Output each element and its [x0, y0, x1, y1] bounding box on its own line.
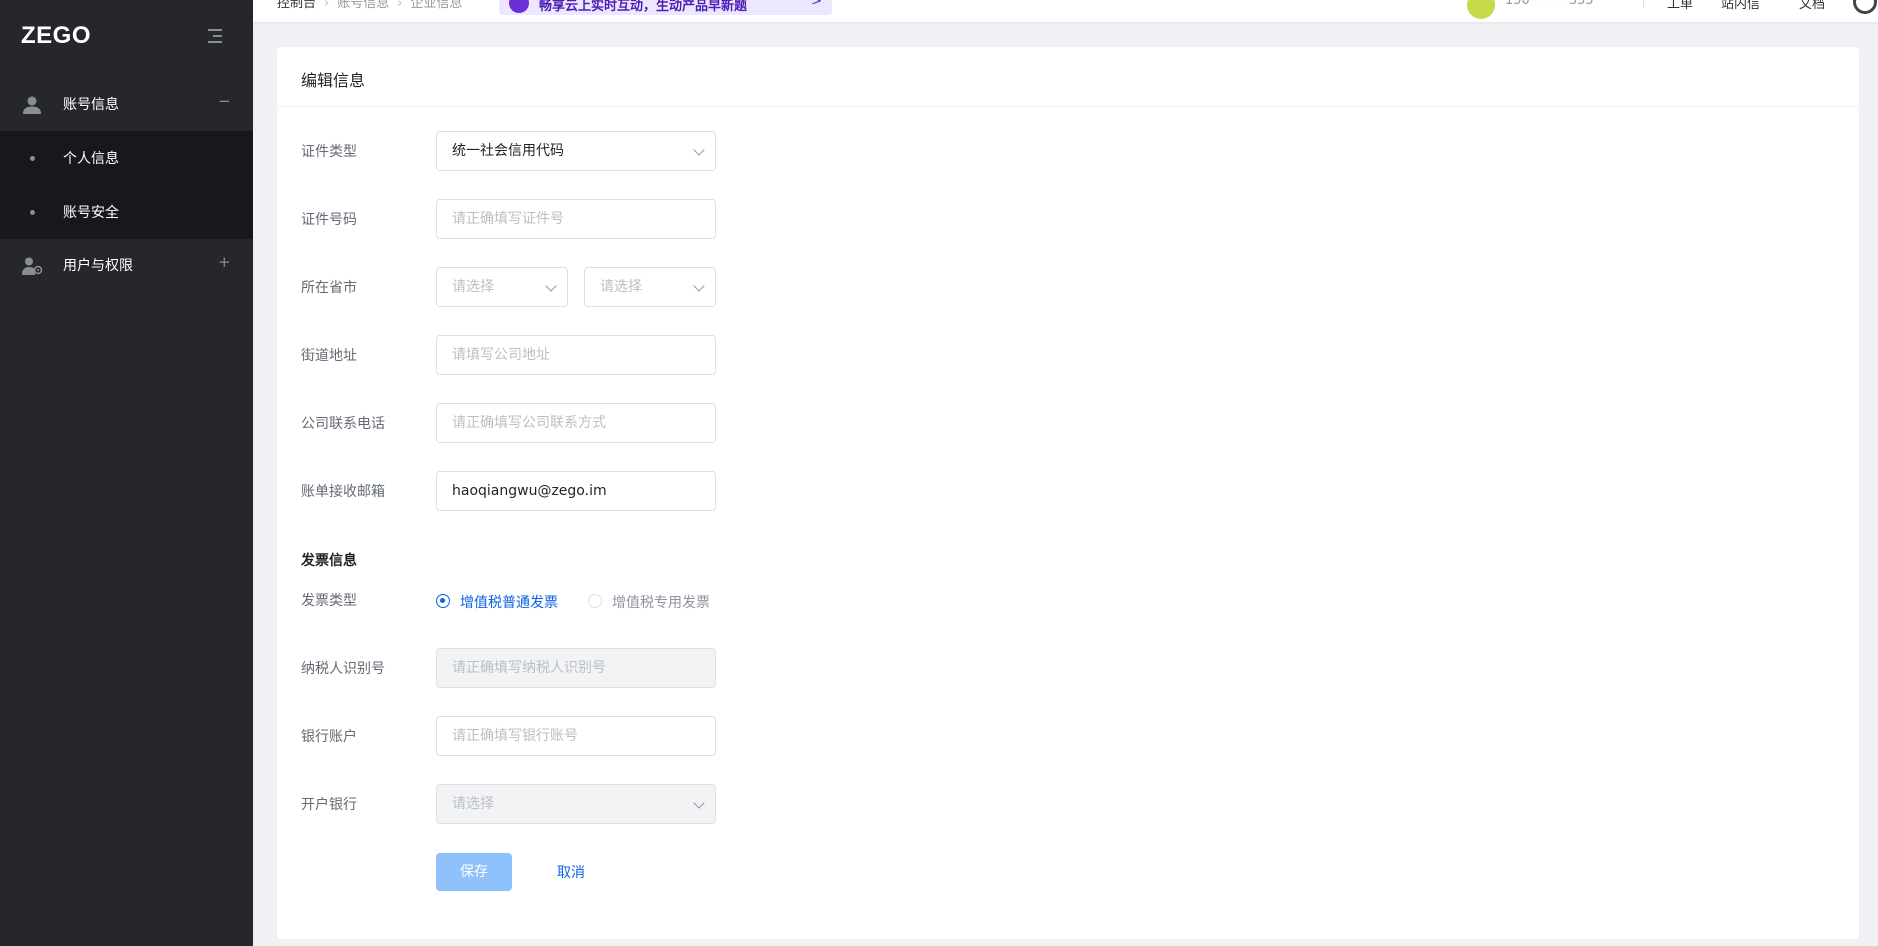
cert-type-select[interactable]: 统一社会信用代码	[436, 131, 716, 171]
bullet-icon	[30, 210, 35, 215]
sidebar-item-personal-info[interactable]: 个人信息	[0, 131, 253, 185]
sidebar-item-label: 个人信息	[63, 151, 119, 167]
province-placeholder: 请选择	[452, 279, 494, 295]
cancel-button[interactable]: 取消	[557, 862, 585, 882]
taxpayer-id-label: 纳税人识别号	[301, 661, 385, 677]
divider	[277, 106, 1859, 107]
sidebar-item-account-security[interactable]: 账号安全	[0, 185, 253, 239]
city-placeholder: 请选择	[600, 279, 642, 295]
radio-label: 增值税专用发票	[612, 595, 710, 611]
region-label: 所在省市	[301, 280, 357, 296]
promo-icon	[509, 0, 529, 13]
invoice-type-label: 发票类型	[301, 593, 357, 609]
radio-label: 增值税普通发票	[460, 595, 558, 611]
radio-checked-icon	[436, 594, 450, 608]
bank-label: 开户银行	[301, 797, 357, 813]
divider	[1643, 0, 1644, 8]
invoice-section-title: 发票信息	[301, 553, 357, 569]
edit-info-card: 编辑信息 证件类型 统一社会信用代码 证件号码 请正确填写证件号 所在省市 请选…	[277, 47, 1859, 939]
taxpayer-id-input[interactable]: 请正确填写纳税人识别号	[436, 648, 716, 688]
sidebar-group-account-info[interactable]: 账号信息 −	[0, 78, 253, 132]
breadcrumb-item[interactable]: 控制台	[277, 0, 316, 11]
breadcrumb-item: 企业信息	[410, 0, 463, 11]
collapse-group-icon[interactable]: −	[218, 92, 231, 110]
sidebar: ZEGO 账号信息 − 个人信息 账号安全 用户与权限 +	[0, 0, 253, 946]
sidebar-item-label: 账号安全	[63, 205, 119, 221]
bullet-icon	[30, 156, 35, 161]
cert-type-value: 统一社会信用代码	[452, 143, 564, 159]
street-placeholder: 请填写公司地址	[452, 347, 550, 363]
taxpayer-id-placeholder: 请正确填写纳税人识别号	[452, 660, 606, 676]
chevron-down-icon	[693, 144, 705, 156]
billing-email-value: haoqiangwu@zego.im	[452, 483, 607, 499]
bank-select[interactable]: 请选择	[436, 784, 716, 824]
messages-link[interactable]: 站内信	[1721, 0, 1760, 12]
cert-number-placeholder: 请正确填写证件号	[452, 211, 564, 227]
bank-account-label: 银行账户	[301, 729, 357, 745]
bank-account-input[interactable]: 请正确填写银行账号	[436, 716, 716, 756]
city-select[interactable]: 请选择	[584, 267, 716, 307]
collapse-sidebar-icon[interactable]	[205, 26, 225, 46]
chevron-down-icon	[693, 797, 705, 809]
billing-email-input[interactable]: haoqiangwu@zego.im	[436, 471, 716, 511]
chevron-down-icon	[693, 280, 705, 292]
company-phone-input[interactable]: 请正确填写公司联系方式	[436, 403, 716, 443]
top-bar: 控制台 › 账号信息 › 企业信息 畅享云上实时互动，生动产品早新题 > 150****…	[253, 0, 1878, 22]
user-phone[interactable]: 150******355	[1505, 0, 1594, 8]
radio-unchecked-icon	[588, 594, 602, 608]
save-button[interactable]: 保存	[436, 853, 512, 891]
expand-group-icon[interactable]: +	[218, 253, 231, 271]
docs-link[interactable]: 文档	[1799, 0, 1825, 12]
account-icon[interactable]	[1853, 0, 1877, 14]
sidebar-sub-menu: 个人信息 账号安全	[0, 131, 253, 239]
avatar[interactable]	[1467, 0, 1495, 19]
cert-number-input[interactable]: 请正确填写证件号	[436, 199, 716, 239]
cert-type-label: 证件类型	[301, 144, 357, 160]
sidebar-group-users-permissions[interactable]: 用户与权限 +	[0, 239, 253, 293]
bank-account-placeholder: 请正确填写银行账号	[452, 728, 578, 744]
logo-row: ZEGO	[0, 0, 253, 72]
bank-placeholder: 请选择	[452, 796, 494, 812]
chevron-down-icon	[545, 280, 557, 292]
sidebar-group-label: 账号信息	[63, 97, 119, 113]
street-address-input[interactable]: 请填写公司地址	[436, 335, 716, 375]
ticket-link[interactable]: 工单	[1667, 0, 1693, 12]
promo-text: 畅享云上实时互动，生动产品早新题	[539, 0, 748, 14]
breadcrumb: 控制台 › 账号信息 › 企业信息	[277, 0, 462, 11]
arrow-right-icon: >	[811, 0, 822, 9]
user-icon	[23, 96, 41, 114]
billing-email-label: 账单接收邮箱	[301, 484, 385, 500]
promo-banner[interactable]: 畅享云上实时互动，生动产品早新题 >	[499, 0, 832, 15]
cert-number-label: 证件号码	[301, 212, 357, 228]
company-phone-label: 公司联系电话	[301, 416, 385, 432]
street-label: 街道地址	[301, 348, 357, 364]
user-permission-icon	[22, 257, 43, 275]
company-phone-placeholder: 请正确填写公司联系方式	[452, 415, 606, 431]
zego-logo[interactable]: ZEGO	[21, 22, 91, 50]
sidebar-group-label: 用户与权限	[63, 258, 133, 274]
province-select[interactable]: 请选择	[436, 267, 568, 307]
breadcrumb-item[interactable]: 账号信息	[337, 0, 389, 11]
page-title: 编辑信息	[301, 71, 366, 90]
